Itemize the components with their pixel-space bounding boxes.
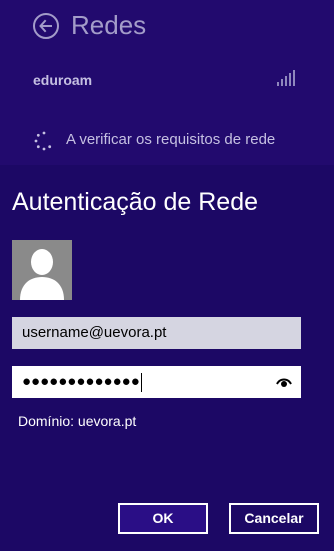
username-field[interactable]: username@uevora.pt	[12, 317, 301, 349]
text-caret	[140, 372, 142, 392]
domain-text: Domínio: uevora.pt	[18, 413, 137, 429]
loading-spinner-icon	[34, 131, 52, 151]
back-arrow-icon	[39, 19, 52, 33]
eye-icon[interactable]	[276, 376, 292, 388]
username-value: username@uevora.pt	[22, 324, 167, 341]
page-title: Redes	[71, 10, 147, 40]
authentication-dialog	[0, 165, 334, 551]
back-button[interactable]	[33, 13, 59, 39]
ok-button[interactable]: OK	[118, 503, 208, 534]
network-name[interactable]: eduroam	[33, 72, 92, 88]
user-avatar-icon	[12, 240, 72, 300]
password-field[interactable]: ●●●●●●●●●●●●●	[12, 366, 301, 398]
dialog-title: Autenticação de Rede	[12, 188, 259, 216]
signal-strength-icon	[277, 70, 295, 86]
network-panel: Redes eduroam A verificar os requisitos …	[0, 0, 334, 165]
status-text: A verificar os requisitos de rede	[66, 131, 276, 148]
password-value: ●●●●●●●●●●●●●	[22, 373, 140, 390]
cancel-button[interactable]: Cancelar	[229, 503, 319, 534]
